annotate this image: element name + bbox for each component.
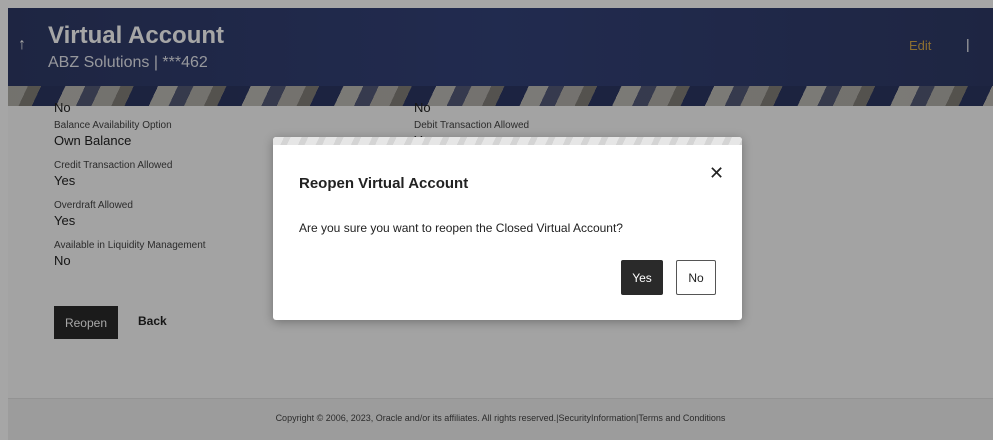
dialog-banner-pattern: [273, 137, 742, 145]
no-button[interactable]: No: [676, 260, 716, 295]
close-icon[interactable]: ✕: [709, 163, 724, 184]
reopen-dialog: Reopen Virtual Account ✕ Are you sure yo…: [273, 137, 742, 320]
dialog-message: Are you sure you want to reopen the Clos…: [299, 221, 623, 235]
dialog-title: Reopen Virtual Account: [299, 175, 469, 192]
yes-button[interactable]: Yes: [621, 260, 663, 295]
